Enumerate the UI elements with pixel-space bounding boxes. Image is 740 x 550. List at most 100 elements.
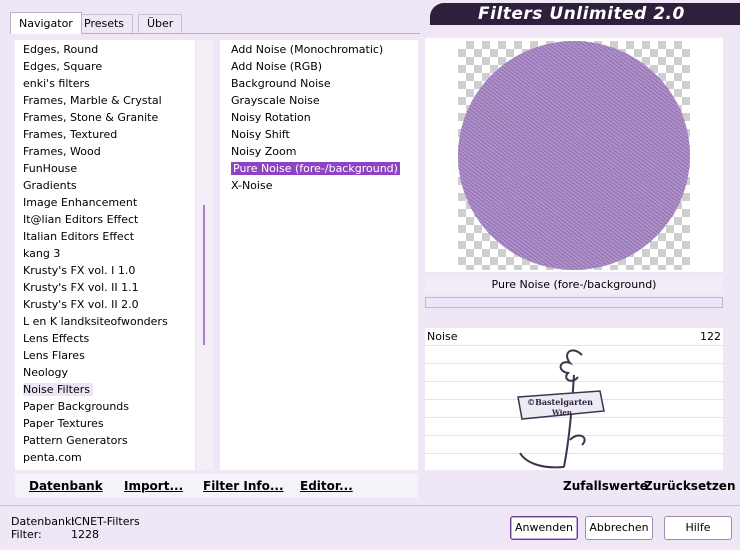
tab-uber[interactable]: Über	[138, 14, 183, 33]
category-label: enki's filters	[23, 77, 90, 90]
database-link[interactable]: Datenbank	[29, 474, 103, 498]
filter-list[interactable]: Add Noise (Monochromatic) Add Noise (RGB)…	[220, 40, 418, 470]
filter-label: Pure Noise (fore-/background)	[231, 162, 400, 175]
filter-label: Grayscale Noise	[231, 94, 320, 107]
filter-label: Add Noise (Monochromatic)	[231, 43, 384, 56]
category-label: It@lian Editors Effect	[23, 213, 139, 226]
filter-item[interactable]: X-Noise	[220, 177, 418, 194]
category-item[interactable]: kang 3	[15, 245, 195, 262]
category-label: Italian Editors Effect	[23, 230, 135, 243]
category-item[interactable]: Lens Flares	[15, 347, 195, 364]
category-label: Frames, Stone & Granite	[23, 111, 159, 124]
category-item[interactable]: Paper Backgrounds	[15, 398, 195, 415]
category-label: Krusty's FX vol. I 1.0	[23, 264, 136, 277]
filter-item[interactable]: Background Noise	[220, 75, 418, 92]
category-label: Gradients	[23, 179, 77, 192]
watermark-line-2: Wien	[551, 408, 572, 417]
db-label: Datenbank:	[11, 515, 76, 528]
preview-panel	[425, 38, 723, 272]
category-label: Krusty's FX vol. II 1.1	[23, 281, 139, 294]
category-label: Paper Backgrounds	[23, 400, 130, 413]
apply-button[interactable]: Anwenden	[510, 516, 578, 540]
category-label: Lens Flares	[23, 349, 85, 362]
category-item[interactable]: Krusty's FX vol. I 1.0	[15, 262, 195, 279]
param-row-noise[interactable]: Noise 122	[425, 328, 723, 346]
category-label: kang 3	[23, 247, 61, 260]
param-name: Noise	[427, 330, 458, 343]
filter-label: Noisy Rotation	[231, 111, 311, 124]
category-label: Krusty's FX vol. II 2.0	[23, 298, 139, 311]
filter-info-link[interactable]: Filter Info...	[203, 474, 284, 498]
category-label: Lens Effects	[23, 332, 90, 345]
filter-count-value: 1228	[71, 528, 99, 541]
progress-bar	[425, 297, 723, 308]
category-item[interactable]: Frames, Wood	[15, 143, 195, 160]
watermark-logo: ©Bastelgarten Wien	[517, 349, 605, 469]
category-scrollbar[interactable]	[197, 40, 213, 470]
category-item[interactable]: Italian Editors Effect	[15, 228, 195, 245]
category-item[interactable]: L en K landksiteofwonders	[15, 313, 195, 330]
category-label: Noise Filters	[23, 383, 93, 396]
watermark-line-1: ©Bastelgarten	[527, 397, 593, 407]
category-item[interactable]: FunHouse	[15, 160, 195, 177]
noise-preview-image	[458, 41, 690, 270]
filter-item[interactable]: Add Noise (Monochromatic)	[220, 41, 418, 58]
category-item[interactable]: Neology	[15, 364, 195, 381]
filter-label: Noisy Zoom	[231, 145, 297, 158]
filter-item[interactable]: Noisy Zoom	[220, 143, 418, 160]
category-item[interactable]: Krusty's FX vol. II 1.1	[15, 279, 195, 296]
category-item[interactable]: Frames, Textured	[15, 126, 195, 143]
tab-navigator[interactable]: Navigator	[10, 12, 82, 34]
category-label: Frames, Textured	[23, 128, 118, 141]
category-label: Edges, Square	[23, 60, 103, 73]
category-item[interactable]: Pattern Generators	[15, 432, 195, 449]
filter-label: Add Noise (RGB)	[231, 60, 323, 73]
filter-item[interactable]: Add Noise (RGB)	[220, 58, 418, 75]
tab-presets[interactable]: Presets	[75, 14, 134, 33]
category-item[interactable]: Edges, Square	[15, 58, 195, 75]
category-item[interactable]: Image Enhancement	[15, 194, 195, 211]
cancel-button[interactable]: Abbrechen	[585, 516, 653, 540]
reset-link[interactable]: Zurücksetzen	[644, 474, 735, 498]
filter-count-label: Filter:	[11, 528, 42, 541]
category-item[interactable]: It@lian Editors Effect	[15, 211, 195, 228]
category-item[interactable]: Gradients	[15, 177, 195, 194]
category-item[interactable]: Noise Filters	[15, 381, 195, 398]
category-label: Pattern Generators	[23, 434, 128, 447]
category-label: Image Enhancement	[23, 196, 138, 209]
category-item[interactable]: Edges, Round	[15, 41, 195, 58]
footer-divider	[0, 505, 740, 506]
category-item[interactable]: Krusty's FX vol. II 2.0	[15, 296, 195, 313]
left-action-bar: Datenbank Import... Filter Info... Edito…	[15, 474, 418, 498]
filter-item[interactable]: Grayscale Noise	[220, 92, 418, 109]
right-action-bar: Zufallswerte Zurücksetzen	[425, 474, 735, 498]
filter-item[interactable]: Pure Noise (fore-/background)	[220, 160, 418, 177]
category-item[interactable]: Frames, Stone & Granite	[15, 109, 195, 126]
category-item[interactable]: penta.com	[15, 449, 195, 466]
category-label: L en K landksiteofwonders	[23, 315, 168, 328]
editor-link[interactable]: Editor...	[300, 474, 353, 498]
category-scrollbar-thumb[interactable]	[203, 205, 205, 345]
category-label: FunHouse	[23, 162, 78, 175]
filter-label: Background Noise	[231, 77, 331, 90]
category-label: Neology	[23, 366, 69, 379]
category-label: Paper Textures	[23, 417, 104, 430]
category-item[interactable]: Frames, Marble & Crystal	[15, 92, 195, 109]
category-label: Edges, Round	[23, 43, 99, 56]
category-label: Frames, Marble & Crystal	[23, 94, 162, 107]
import-link[interactable]: Import...	[124, 474, 183, 498]
filter-item[interactable]: Noisy Rotation	[220, 109, 418, 126]
category-label: Frames, Wood	[23, 145, 101, 158]
category-list[interactable]: Edges, Round Edges, Square enki's filters F…	[15, 40, 195, 470]
randomize-link[interactable]: Zufallswerte	[563, 474, 648, 498]
param-value: 122	[700, 330, 721, 343]
help-button[interactable]: Hilfe	[664, 516, 732, 540]
filter-item[interactable]: Noisy Shift	[220, 126, 418, 143]
filter-label: X-Noise	[231, 179, 273, 192]
category-item[interactable]: Paper Textures	[15, 415, 195, 432]
category-item[interactable]: Lens Effects	[15, 330, 195, 347]
category-item[interactable]: enki's filters	[15, 75, 195, 92]
title-banner: Filters Unlimited 2.0	[430, 3, 740, 25]
db-value: ICNET-Filters	[71, 515, 140, 528]
preview-filter-name: Pure Noise (fore-/background)	[425, 276, 723, 294]
